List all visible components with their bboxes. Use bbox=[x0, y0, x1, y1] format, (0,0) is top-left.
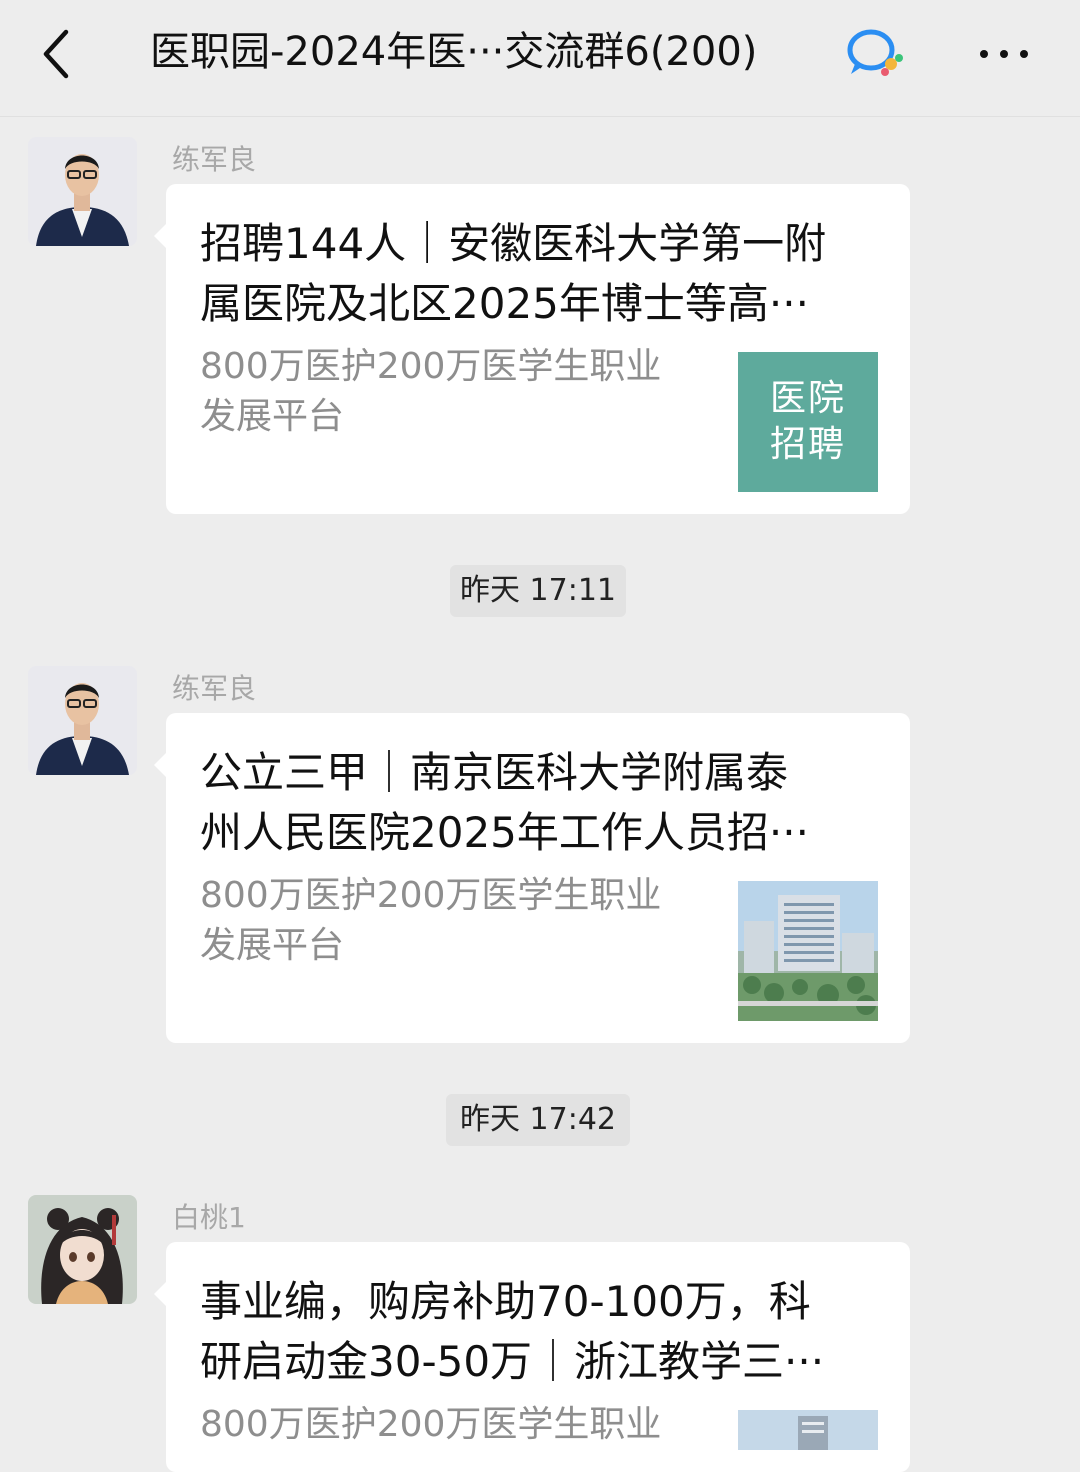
sender-name: 练军良 bbox=[172, 143, 257, 176]
sender-name: 练军良 bbox=[172, 672, 257, 705]
article-thumbnail: 医院 招聘 bbox=[738, 352, 878, 492]
chevron-left-icon bbox=[43, 29, 69, 79]
timestamp: 昨天 17:42 bbox=[446, 1094, 630, 1146]
article-title: 招聘144人｜安徽医科大学第一附 属医院及北区2025年博士等高··· bbox=[200, 219, 827, 328]
article-card[interactable]: 事业编，购房补助70-100万，科 研启动金30-50万｜浙江教学三··· 80… bbox=[154, 1242, 910, 1472]
sender-name: 白桃1 bbox=[172, 1201, 246, 1234]
timestamp: 昨天 17:11 bbox=[450, 565, 626, 617]
avatar[interactable] bbox=[28, 137, 137, 246]
back-button[interactable] bbox=[34, 26, 84, 82]
chat-bubble-icon bbox=[845, 28, 909, 80]
hospital-photo-thumbnail bbox=[738, 881, 878, 1021]
top-bar: 医职园-2024年医···交流群6(200) bbox=[0, 0, 1080, 117]
ellipsis-icon bbox=[980, 50, 988, 58]
article-source: 800万医护200万医学生职业 发展平台 bbox=[200, 875, 662, 966]
article-thumbnail bbox=[738, 1410, 878, 1450]
article-card[interactable]: 公立三甲｜南京医科大学附属泰 州人民医院2025年工作人员招··· 800万医护… bbox=[154, 713, 910, 1043]
article-source: 800万医护200万医学生职业 发展平台 bbox=[200, 346, 662, 437]
chat-title: 医职园-2024年医···交流群6(200) bbox=[150, 29, 758, 75]
avatar[interactable] bbox=[28, 666, 137, 775]
article-title: 公立三甲｜南京医科大学附属泰 州人民医院2025年工作人员招··· bbox=[200, 748, 809, 857]
avatar[interactable] bbox=[28, 1195, 137, 1304]
article-card[interactable]: 招聘144人｜安徽医科大学第一附 属医院及北区2025年博士等高··· 800万… bbox=[154, 184, 910, 514]
more-options-button[interactable] bbox=[976, 36, 1032, 72]
article-title: 事业编，购房补助70-100万，科 研启动金30-50万｜浙江教学三··· bbox=[200, 1277, 825, 1386]
